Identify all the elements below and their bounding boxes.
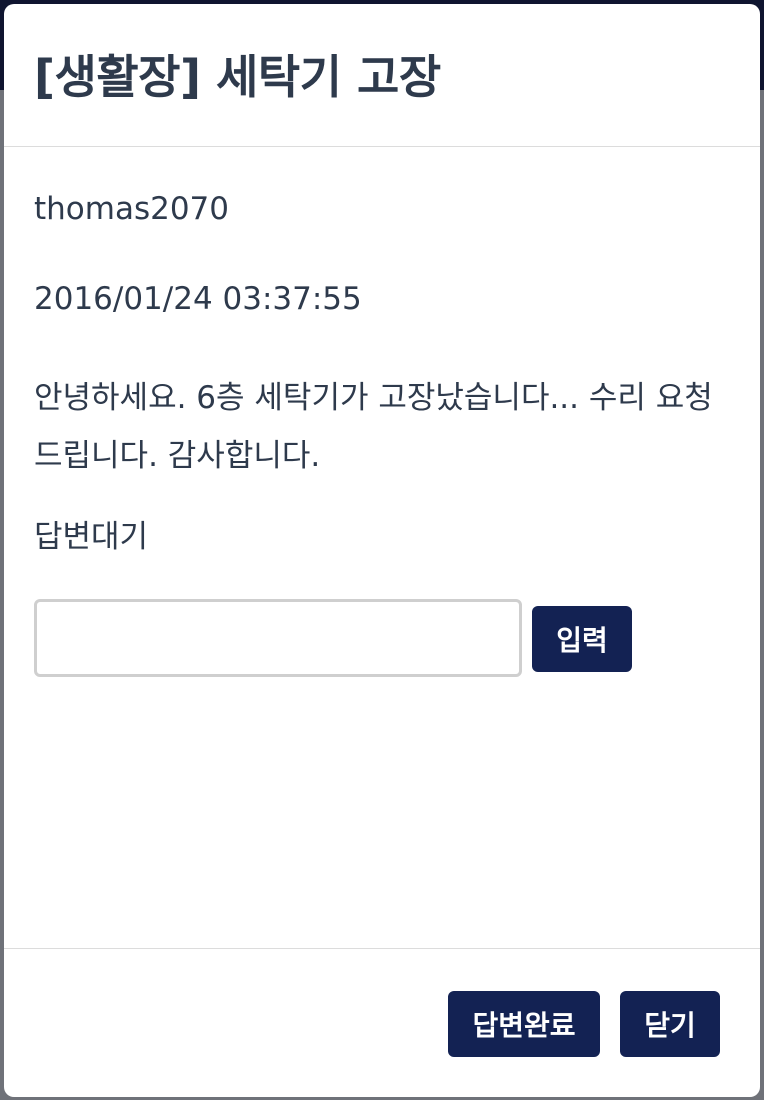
modal-header: [생활장] 세탁기 고장 (4, 4, 760, 147)
post-content: 안녕하세요. 6층 세탁기가 고장났습니다... 수리 요청드립니다. 감사합니… (34, 380, 713, 474)
reply-input[interactable] (34, 599, 522, 677)
post-datetime: 2016/01/24 03:37:55 (34, 281, 362, 317)
author-name: thomas2070 (34, 191, 230, 227)
modal-title: [생활장] 세탁기 고장 (34, 50, 441, 104)
answer-complete-button[interactable]: 답변완료 (448, 991, 600, 1057)
modal-body: thomas2070 2016/01/24 03:37:55 안녕하세요. 6층… (4, 147, 760, 948)
modal-footer: 답변완료 닫기 (4, 948, 760, 1097)
inquiry-detail-modal: [생활장] 세탁기 고장 thomas2070 2016/01/24 03:37… (4, 4, 760, 1097)
close-button[interactable]: 닫기 (620, 991, 720, 1057)
submit-reply-button[interactable]: 입력 (532, 606, 632, 672)
answer-status: 답변대기 (34, 519, 149, 555)
